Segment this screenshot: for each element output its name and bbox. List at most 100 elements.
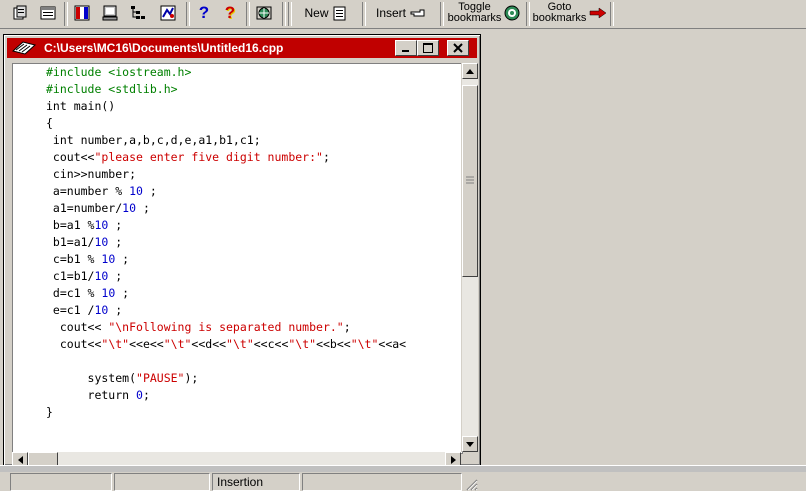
insert-label: Insert (375, 6, 406, 20)
code-token: d=c1 % (46, 286, 102, 300)
code-token: b1=a1/ (46, 235, 95, 249)
code-token: int number,a,b,c,d,e,a1,b1,c1; (46, 133, 261, 147)
code-line[interactable]: system("PAUSE"); (46, 370, 406, 387)
code-token: <<a< (378, 337, 407, 351)
web-icon[interactable] (254, 2, 274, 24)
code-token: b=a1 % (46, 218, 95, 232)
vertical-scroll-thumb[interactable] (462, 85, 478, 277)
code-token: ; (115, 252, 130, 266)
close-button[interactable] (447, 40, 469, 56)
toggle-bookmarks-button[interactable]: Toggle bookmarks (446, 0, 522, 26)
resize-grip-icon[interactable] (464, 477, 478, 491)
code-token: 10 (94, 235, 109, 249)
open-icon[interactable] (38, 2, 58, 24)
arrow-left-icon (17, 456, 23, 464)
code-text[interactable]: #include <iostream.h> #include <stdlib.h>… (46, 64, 406, 421)
code-editor[interactable]: #include <iostream.h> #include <stdlib.h>… (12, 63, 463, 454)
code-line[interactable]: e=c1 /10 ; (46, 302, 406, 319)
code-token: c=b1 % (46, 252, 102, 266)
run-icon[interactable] (100, 2, 120, 24)
debug-icon[interactable] (158, 2, 178, 24)
code-token: "\t" (350, 337, 379, 351)
project-icon[interactable] (10, 2, 30, 24)
help-icon[interactable]: ? (194, 2, 214, 24)
status-bar: Insertion (10, 471, 478, 491)
pointing-hand-icon (410, 9, 425, 17)
code-token: #include <iostream.h> (46, 65, 192, 79)
code-token: #include <stdlib.h> (46, 82, 178, 96)
code-token: <<e<< (129, 337, 164, 351)
code-token: c1=b1/ (46, 269, 95, 283)
code-token: a1=number/ (46, 201, 123, 215)
goto-bookmarks-button[interactable]: Goto bookmarks (532, 0, 608, 26)
code-token: 10 (94, 218, 109, 232)
code-line[interactable]: a=number % 10 ; (46, 183, 406, 200)
close-icon (453, 43, 463, 53)
class-browser-icon[interactable] (128, 2, 148, 24)
about-icon[interactable]: ? (220, 2, 240, 24)
code-line[interactable]: a1=number/10 ; (46, 200, 406, 217)
code-token: return (46, 388, 137, 402)
code-token: "\t" (101, 337, 130, 351)
window-title: C:\Users\MC16\Documents\Untitled16.cpp (44, 41, 284, 55)
scroll-down-button[interactable] (462, 436, 478, 452)
code-line[interactable] (46, 353, 406, 370)
code-line[interactable]: cout<< "\nFollowing is separated number.… (46, 319, 406, 336)
code-token: "\t" (288, 337, 317, 351)
code-token: "please enter five digit number:" (94, 150, 323, 164)
code-token: 10 (122, 201, 137, 215)
code-token: "\t" (163, 337, 192, 351)
maximize-button[interactable] (417, 40, 439, 56)
status-panel-info (302, 473, 462, 491)
code-token: ; (108, 235, 123, 249)
minimize-icon (402, 50, 409, 52)
scroll-up-button[interactable] (462, 63, 478, 79)
new-file-icon (333, 6, 345, 21)
code-token: 10 (129, 184, 143, 198)
document-icon (11, 41, 37, 55)
minimize-button[interactable] (395, 40, 417, 56)
code-token: ; (343, 320, 351, 334)
code-line[interactable]: { (46, 115, 406, 132)
code-token: cout<< (46, 337, 102, 351)
insert-button[interactable]: Insert (372, 2, 432, 24)
main-toolbar: ? ? New Insert Toggle bookmarks Goto boo… (0, 0, 806, 29)
code-line[interactable]: } (46, 404, 406, 421)
code-line[interactable]: #include <iostream.h> (46, 64, 406, 81)
code-line[interactable]: return 0; (46, 387, 406, 404)
code-line[interactable]: cout<<"please enter five digit number:"; (46, 149, 406, 166)
code-line[interactable]: cin>>number; (46, 166, 406, 183)
code-line[interactable]: d=c1 % 10 ; (46, 285, 406, 302)
code-token: ; (136, 201, 150, 215)
title-bar[interactable]: C:\Users\MC16\Documents\Untitled16.cpp (7, 38, 477, 58)
code-token: cout<< (46, 320, 109, 334)
code-token: 10 (94, 269, 109, 283)
code-line[interactable]: c1=b1/10 ; (46, 268, 406, 285)
new-button[interactable]: New (300, 2, 352, 24)
code-token: int main() (46, 99, 116, 113)
code-token: <<d<< (191, 337, 227, 351)
compile-icon[interactable] (72, 2, 92, 24)
code-token: "PAUSE" (136, 371, 185, 385)
code-line[interactable]: #include <stdlib.h> (46, 81, 406, 98)
code-token: ; (108, 269, 123, 283)
code-line[interactable]: b1=a1/10 ; (46, 234, 406, 251)
bookmark-target-icon (504, 5, 520, 21)
code-token: ); (184, 371, 199, 385)
code-line[interactable]: c=b1 % 10 ; (46, 251, 406, 268)
arrow-up-icon (466, 68, 474, 74)
code-token: e=c1 / (46, 303, 95, 317)
vertical-scrollbar[interactable] (461, 63, 478, 452)
code-line[interactable]: cout<<"\t"<<e<<"\t"<<d<<"\t"<<c<<"\t"<<b… (46, 336, 406, 353)
code-line[interactable]: b=a1 %10 ; (46, 217, 406, 234)
code-token: "\t" (226, 337, 254, 351)
code-line[interactable]: int main() (46, 98, 406, 115)
code-line[interactable]: int number,a,b,c,d,e,a1,b1,c1; (46, 132, 406, 149)
code-token: 10 (101, 286, 116, 300)
toggle-label-line2: bookmarks (447, 12, 502, 24)
code-token: system( (46, 371, 137, 385)
status-panel-mode: Insertion (212, 473, 300, 491)
arrow-down-icon (466, 441, 474, 447)
grip-icon (466, 176, 474, 184)
status-panel-modified (114, 473, 210, 491)
